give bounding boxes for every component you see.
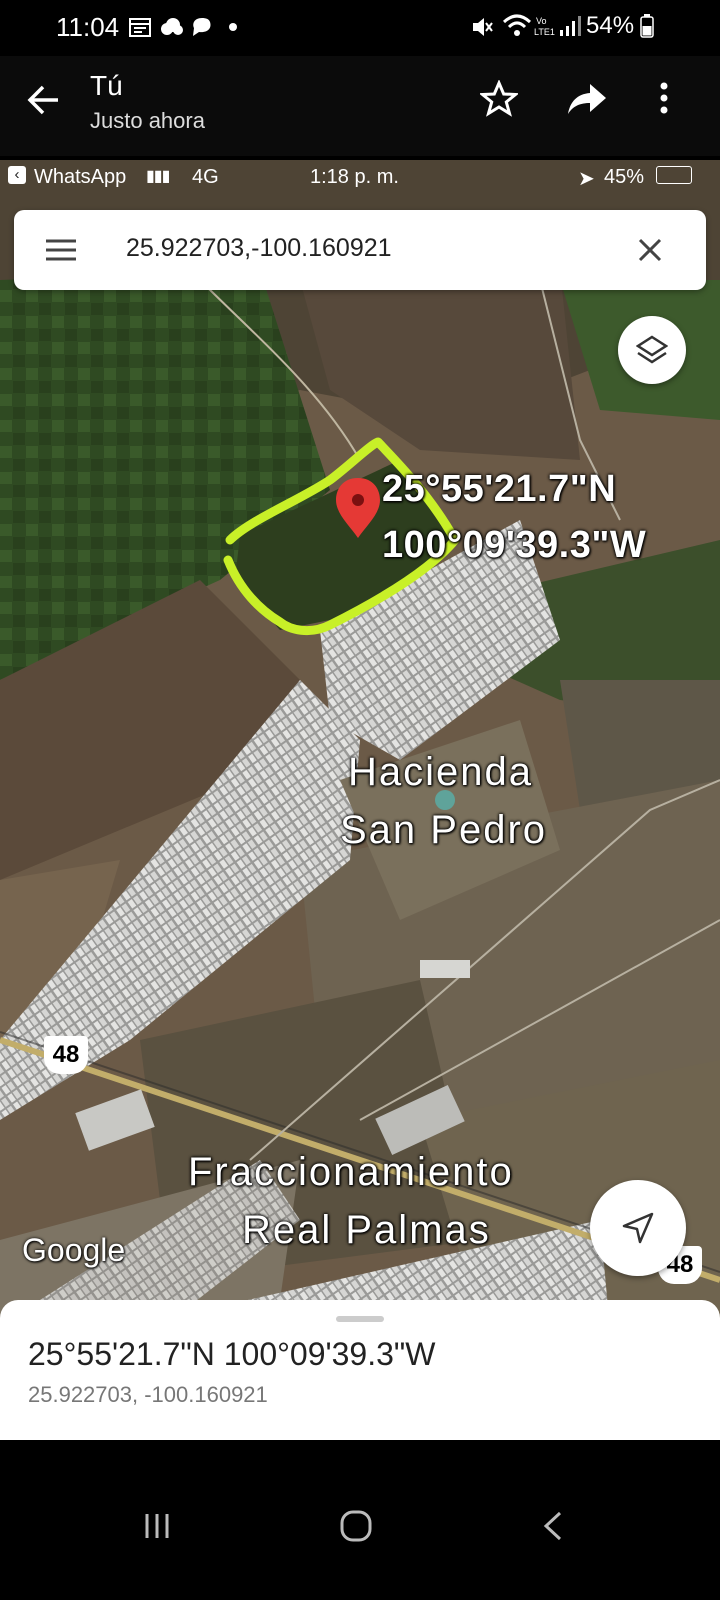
back-arrow-icon[interactable]: [26, 82, 62, 118]
home-icon[interactable]: [338, 1508, 374, 1544]
navigation-arrow-icon: [622, 1212, 654, 1244]
inner-status-bar: ‹ WhatsApp ▮▮▮ 4G 1:18 p. m. ➤ 45%: [0, 160, 720, 196]
inner-battery-icon: [656, 166, 692, 184]
pin-longitude-label: 100°09'39.3"W: [382, 524, 647, 566]
coordinates-dms: 25°55'21.7"N 100°09'39.3"W: [28, 1336, 436, 1372]
sheet-handle[interactable]: [336, 1316, 384, 1322]
recent-apps-icon[interactable]: [142, 1510, 172, 1542]
layers-button[interactable]: [618, 316, 686, 384]
sender-name: Tú: [90, 70, 123, 101]
map-search-bar[interactable]: 25.922703,-100.160921: [14, 210, 706, 290]
wifi-icon: [502, 14, 532, 36]
place-label-real-palmas: Real Palmas: [242, 1208, 491, 1252]
inner-time: 1:18 p. m.: [310, 166, 399, 188]
star-icon[interactable]: [480, 80, 518, 118]
search-query[interactable]: 25.922703,-100.160921: [126, 234, 392, 263]
mute-icon: [473, 18, 493, 36]
battery-icon: [640, 14, 654, 38]
location-arrow-icon: ➤: [578, 168, 595, 190]
close-icon[interactable]: [638, 238, 662, 262]
back-icon[interactable]: [540, 1510, 566, 1542]
back-to-app-icon: ‹: [8, 166, 26, 184]
place-label-fraccionamiento: Fraccionamiento: [188, 1150, 514, 1194]
inner-back-app: WhatsApp: [34, 166, 127, 188]
inner-network: 4G: [192, 166, 219, 188]
viewer-header: Tú Justo ahora: [0, 56, 720, 156]
sent-time: Justo ahora: [90, 108, 205, 133]
place-label-hacienda: Hacienda: [348, 750, 534, 794]
coordinates-sheet[interactable]: 25°55'21.7"N 100°09'39.3"W 25.922703, -1…: [0, 1300, 720, 1440]
status-battery: 54%: [586, 12, 635, 39]
svg-text:LTE1: LTE1: [534, 27, 555, 37]
layers-icon: [636, 335, 668, 364]
status-time: 11:04: [56, 12, 120, 42]
place-label-san-pedro: San Pedro: [340, 808, 548, 852]
menu-icon[interactable]: [44, 238, 78, 262]
google-logo: Google: [22, 1232, 126, 1268]
inner-signal-icon: ▮▮▮: [146, 168, 170, 185]
cloud-icon: [161, 18, 183, 35]
volte-icon: Vo LTE1: [534, 16, 555, 37]
road-shield-48: 48: [44, 1036, 88, 1074]
shared-image[interactable]: ‹ WhatsApp ▮▮▮ 4G 1:18 p. m. ➤ 45% 25.92…: [0, 160, 720, 1440]
navigation-bar: [0, 1440, 720, 1600]
dot-icon: [229, 23, 237, 31]
more-vertical-icon[interactable]: [654, 80, 674, 120]
status-bar: 11:04 Vo LTE1 54%: [0, 0, 720, 56]
pin-latitude-label: 25°55'21.7"N: [382, 468, 617, 510]
signal-icon: [560, 16, 581, 36]
calendar-icon: [129, 18, 151, 37]
share-icon[interactable]: [566, 80, 608, 118]
inner-battery: 45%: [604, 166, 645, 188]
svg-text:Vo: Vo: [536, 16, 547, 26]
my-location-button[interactable]: [590, 1180, 686, 1276]
coordinates-decimal: 25.922703, -100.160921: [28, 1382, 268, 1407]
chat-icon: [193, 18, 211, 36]
